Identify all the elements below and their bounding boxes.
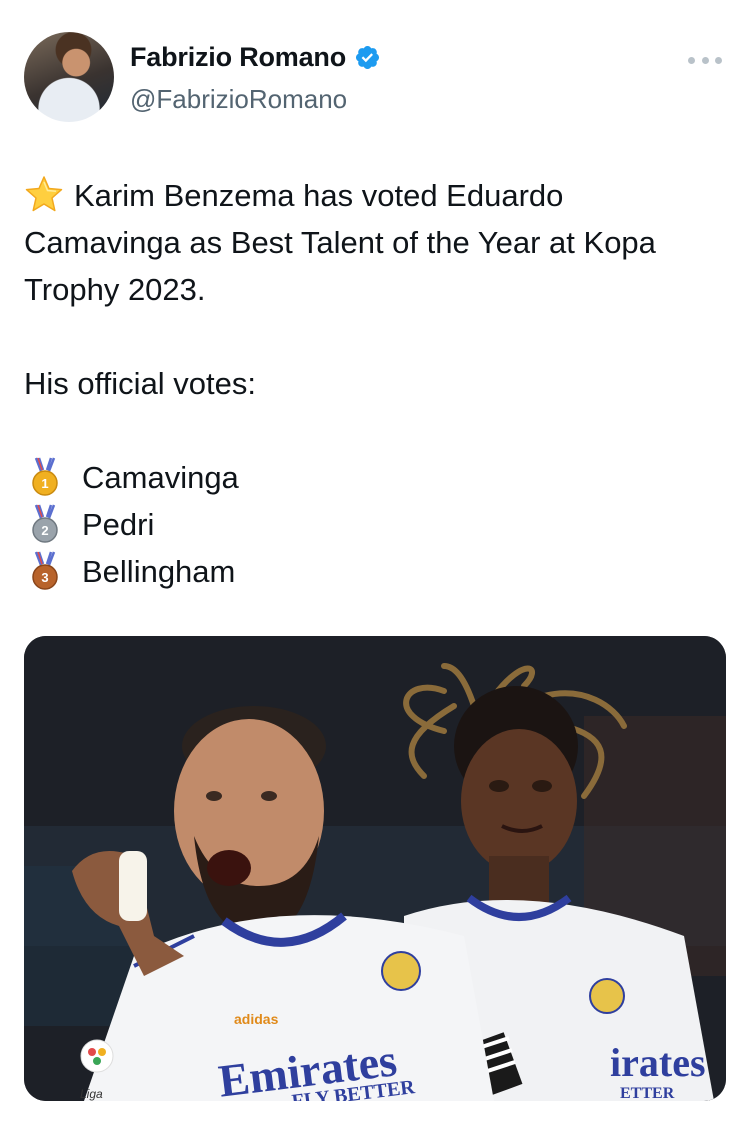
- league-patch: Liga: [80, 1087, 103, 1101]
- bronze-medal-icon: 3: [32, 551, 58, 590]
- gold-medal-icon: 1: [32, 457, 58, 496]
- vote-name: Bellingham: [82, 554, 236, 589]
- vote-item: 3 Bellingham: [24, 548, 730, 595]
- name-row: Fabrizio Romano: [130, 42, 381, 73]
- tweet-text-line-1: Karim Benzema has voted Eduardo: [74, 178, 564, 213]
- medal-rank: 2: [41, 523, 48, 538]
- user-handle[interactable]: @FabrizioRomano: [130, 84, 347, 115]
- medal-rank: 3: [41, 570, 48, 585]
- shirt-sponsor-right-sub: ETTER: [620, 1085, 675, 1101]
- vote-item: 2 Pedri: [24, 501, 730, 548]
- profile-avatar[interactable]: [24, 32, 114, 122]
- tweet-header: Fabrizio Romano @FabrizioRomano: [24, 32, 726, 124]
- more-options-icon[interactable]: [688, 54, 722, 66]
- vote-item: 1 Camavinga: [24, 454, 730, 501]
- tweet-text-line-4: His official votes:: [24, 366, 257, 401]
- tweet-body: Karim Benzema has voted Eduardo Camaving…: [24, 172, 730, 595]
- medal-rank: 1: [41, 476, 48, 491]
- display-name[interactable]: Fabrizio Romano: [130, 42, 346, 73]
- tweet-text-line-2: Camavinga as Best Talent of the Year at …: [24, 225, 656, 260]
- vote-name: Pedri: [82, 507, 155, 542]
- tweet-media-photo[interactable]: irates ETTER adidas Emirates FLY BETTER …: [24, 636, 726, 1101]
- tweet-line-1: Karim Benzema has voted Eduardo: [24, 172, 730, 219]
- photo-illustration: irates ETTER adidas Emirates FLY BETTER …: [24, 636, 726, 1101]
- tweet-text-line-3: Trophy 2023.: [24, 272, 206, 307]
- vote-name: Camavinga: [82, 460, 239, 495]
- verified-badge-icon: [355, 45, 380, 70]
- star-emoji-icon: [25, 176, 63, 212]
- shirt-brand: adidas: [234, 1011, 279, 1027]
- shirt-sponsor-right: irates: [610, 1040, 706, 1085]
- silver-medal-icon: 2: [32, 504, 58, 543]
